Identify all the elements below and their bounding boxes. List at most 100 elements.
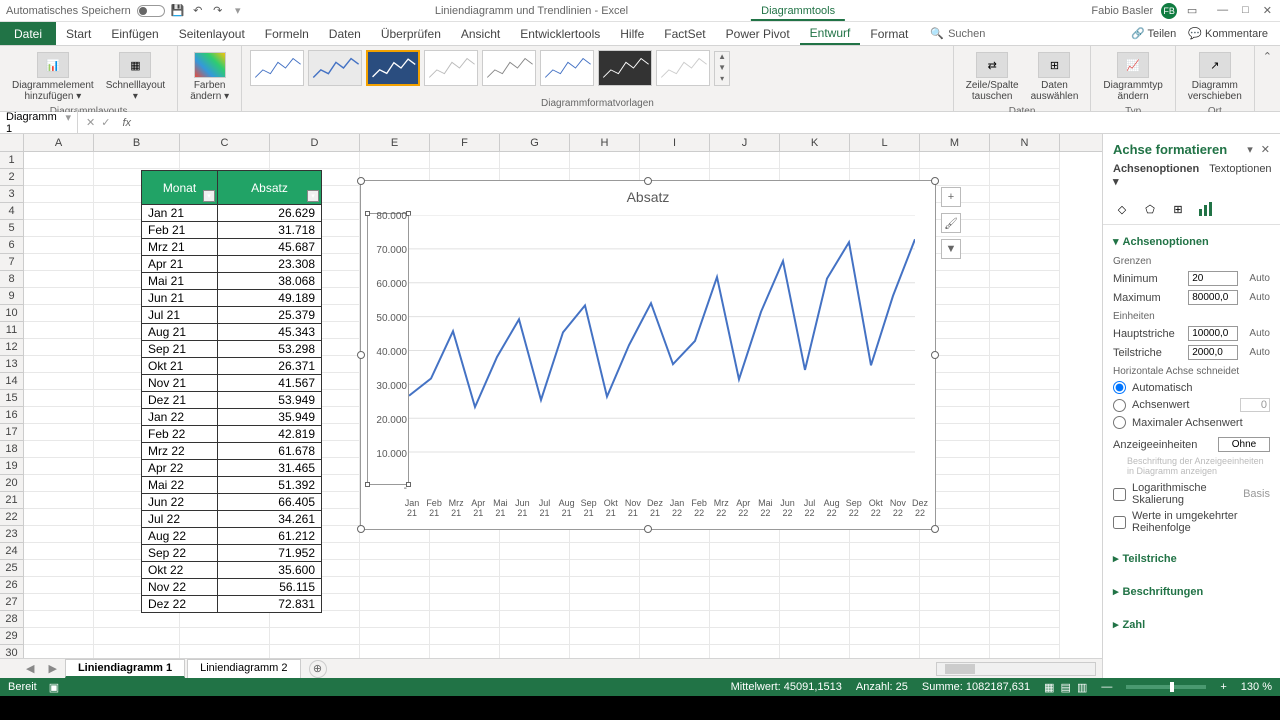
row-header[interactable]: 9 xyxy=(0,288,24,305)
chart-elements-button[interactable]: + xyxy=(941,187,961,207)
sheet-tab[interactable]: Liniendiagramm 2 xyxy=(187,659,300,678)
row-header[interactable]: 29 xyxy=(0,628,24,645)
size-props-icon[interactable]: ⊞ xyxy=(1169,200,1187,218)
table-cell[interactable]: Jul 21 xyxy=(142,307,218,324)
radio-max-value[interactable]: Maximaler Achsenwert xyxy=(1113,414,1270,431)
table-cell[interactable]: 41.567 xyxy=(218,375,322,392)
col-header[interactable]: F xyxy=(430,134,500,151)
reverse-order-check[interactable]: Werte in umgekehrter Reihenfolge xyxy=(1113,508,1270,536)
ribbon-tab-start[interactable]: Start xyxy=(56,22,101,45)
table-cell[interactable]: Jul 22 xyxy=(142,511,218,528)
row-header[interactable]: 13 xyxy=(0,356,24,373)
table-cell[interactable]: Okt 21 xyxy=(142,358,218,375)
gallery-scroll[interactable]: ▲▼▾ xyxy=(714,51,730,86)
table-cell[interactable]: Jun 22 xyxy=(142,494,218,511)
save-icon[interactable]: 💾 xyxy=(171,4,185,18)
table-cell[interactable]: 34.261 xyxy=(218,511,322,528)
comments-button[interactable]: 💬 Kommentare xyxy=(1188,27,1268,40)
table-cell[interactable]: Mai 22 xyxy=(142,477,218,494)
ribbon-tab-entwurf[interactable]: Entwurf xyxy=(800,22,861,45)
table-cell[interactable]: 66.405 xyxy=(218,494,322,511)
table-cell[interactable]: 45.343 xyxy=(218,324,322,341)
col-header[interactable]: J xyxy=(710,134,780,151)
minimize-icon[interactable]: — xyxy=(1217,4,1228,17)
ribbon-tab-hilfe[interactable]: Hilfe xyxy=(610,22,654,45)
search-icon[interactable]: 🔍 xyxy=(930,27,944,40)
major-unit-input[interactable] xyxy=(1188,326,1238,341)
table-cell[interactable]: Apr 22 xyxy=(142,460,218,477)
ribbon-tab-daten[interactable]: Daten xyxy=(319,22,371,45)
col-header[interactable]: A xyxy=(24,134,94,151)
table-cell[interactable]: 61.678 xyxy=(218,443,322,460)
chart-style-8[interactable] xyxy=(656,50,710,86)
radio-axis-value[interactable]: Achsenwert0 xyxy=(1113,396,1270,414)
page-break-icon[interactable]: ▥ xyxy=(1077,681,1087,694)
chart-style-2[interactable] xyxy=(308,50,362,86)
row-header[interactable]: 23 xyxy=(0,526,24,543)
filter-button[interactable]: ▾ xyxy=(203,190,215,202)
table-cell[interactable]: 61.212 xyxy=(218,528,322,545)
col-header[interactable]: E xyxy=(360,134,430,151)
row-header[interactable]: 27 xyxy=(0,594,24,611)
section-number[interactable]: ▸ Zahl xyxy=(1113,614,1270,635)
close-icon[interactable]: ✕ xyxy=(1263,4,1272,17)
row-header[interactable]: 25 xyxy=(0,560,24,577)
table-cell[interactable]: 23.308 xyxy=(218,256,322,273)
row-header[interactable]: 22 xyxy=(0,509,24,526)
table-cell[interactable]: 45.687 xyxy=(218,239,322,256)
table-cell[interactable]: Jan 21 xyxy=(142,205,218,222)
table-cell[interactable]: Feb 22 xyxy=(142,426,218,443)
row-header[interactable]: 15 xyxy=(0,390,24,407)
ribbon-tab-factset[interactable]: FactSet xyxy=(654,22,715,45)
autosave-toggle[interactable] xyxy=(137,5,165,17)
row-header[interactable]: 10 xyxy=(0,305,24,322)
table-cell[interactable]: Jun 21 xyxy=(142,290,218,307)
col-header[interactable]: I xyxy=(640,134,710,151)
row-header[interactable]: 21 xyxy=(0,492,24,509)
row-header[interactable]: 3 xyxy=(0,186,24,203)
col-header[interactable]: M xyxy=(920,134,990,151)
horizontal-scrollbar[interactable] xyxy=(936,662,1096,676)
row-header[interactable]: 1 xyxy=(0,152,24,169)
normal-view-icon[interactable]: ▦ xyxy=(1044,681,1054,694)
minor-unit-input[interactable] xyxy=(1188,345,1238,360)
radio-auto[interactable]: Automatisch xyxy=(1113,379,1270,396)
table-cell[interactable]: 53.298 xyxy=(218,341,322,358)
table-cell[interactable]: 38.068 xyxy=(218,273,322,290)
table-header[interactable]: Absatz▾ xyxy=(218,171,322,205)
chart-title[interactable]: Absatz xyxy=(361,181,935,209)
chart-plot-area[interactable] xyxy=(409,215,915,486)
row-header[interactable]: 14 xyxy=(0,373,24,390)
fill-line-icon[interactable]: ◇ xyxy=(1113,200,1131,218)
table-cell[interactable]: Dez 21 xyxy=(142,392,218,409)
row-header[interactable]: 19 xyxy=(0,458,24,475)
table-cell[interactable]: 26.371 xyxy=(218,358,322,375)
zoom-in-icon[interactable]: + xyxy=(1220,681,1226,693)
row-header[interactable]: 11 xyxy=(0,322,24,339)
tab-axis-options[interactable]: Achsenoptionen ▾ xyxy=(1113,163,1199,188)
quick-layout-button[interactable]: ▦Schnelllayout ▾ xyxy=(102,50,169,104)
table-cell[interactable]: Sep 22 xyxy=(142,545,218,562)
chart-style-4[interactable] xyxy=(424,50,478,86)
chart-object[interactable]: Absatz 80.00070.00060.00050.00040.00030.… xyxy=(360,180,936,530)
table-cell[interactable]: Nov 22 xyxy=(142,579,218,596)
row-header[interactable]: 8 xyxy=(0,271,24,288)
row-header[interactable]: 28 xyxy=(0,611,24,628)
table-cell[interactable]: 26.629 xyxy=(218,205,322,222)
chart-style-5[interactable] xyxy=(482,50,536,86)
pane-close-icon[interactable]: ✕ xyxy=(1261,143,1270,156)
col-header[interactable]: G xyxy=(500,134,570,151)
ribbon-tab-power pivot[interactable]: Power Pivot xyxy=(716,22,800,45)
ribbon-tab-einfügen[interactable]: Einfügen xyxy=(101,22,168,45)
tab-text-options[interactable]: Textoptionen xyxy=(1209,163,1271,188)
table-cell[interactable]: Apr 21 xyxy=(142,256,218,273)
chart-style-7[interactable] xyxy=(598,50,652,86)
row-header[interactable]: 18 xyxy=(0,441,24,458)
row-header[interactable]: 17 xyxy=(0,424,24,441)
macro-record-icon[interactable]: ▣ xyxy=(49,681,59,694)
ribbon-tab-ansicht[interactable]: Ansicht xyxy=(451,22,510,45)
table-header[interactable]: Monat▾ xyxy=(142,171,218,205)
table-cell[interactable]: Mai 21 xyxy=(142,273,218,290)
ribbon-display-icon[interactable]: ▭ xyxy=(1185,4,1199,18)
table-cell[interactable]: 51.392 xyxy=(218,477,322,494)
